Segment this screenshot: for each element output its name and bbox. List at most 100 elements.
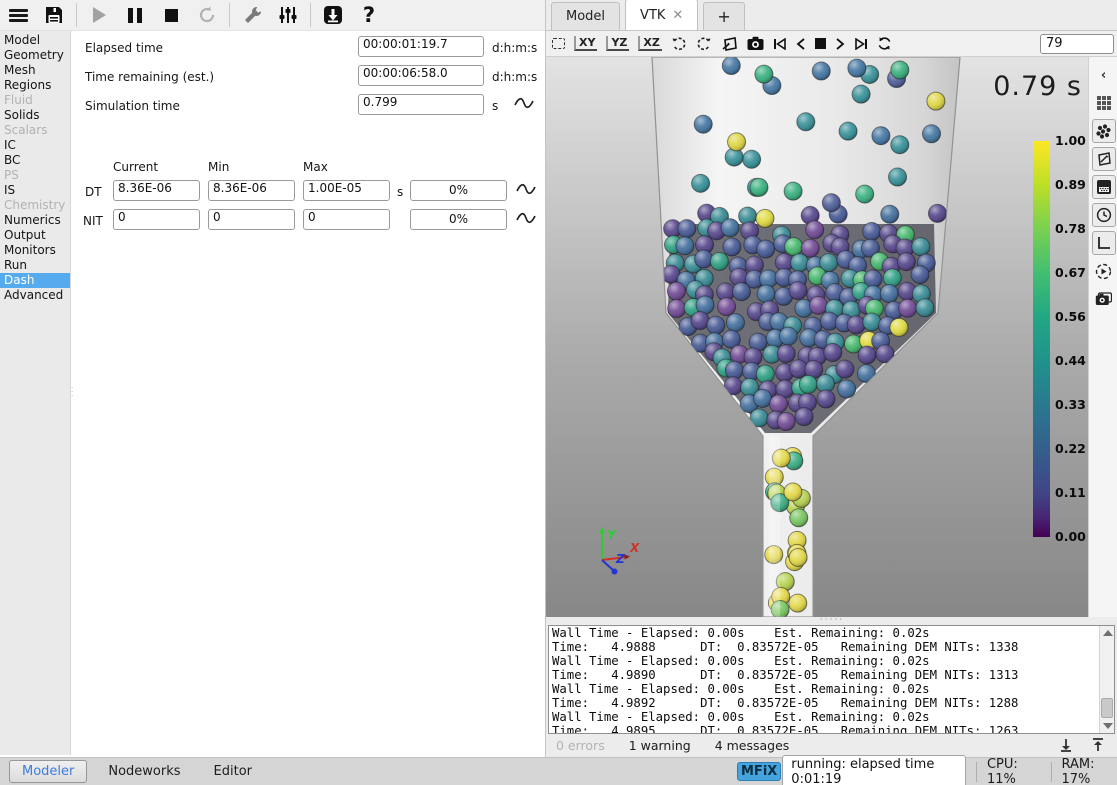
plot-nit-button[interactable] — [516, 211, 536, 225]
plot-dt-button[interactable] — [516, 182, 536, 196]
nav-item[interactable]: Scalars — [0, 123, 70, 138]
terminal-line: Time: 4.9890 DT: 0.83572E-05 Remaining D… — [549, 668, 1114, 682]
view-xz-button[interactable]: XZ — [638, 34, 661, 54]
nav-item[interactable]: Output — [0, 228, 70, 243]
mode-button[interactable]: Editor — [202, 761, 264, 782]
nav-item[interactable]: Mesh — [0, 63, 70, 78]
time-label-button[interactable] — [1092, 203, 1116, 227]
clock-icon — [1096, 207, 1112, 223]
prev-frame-button[interactable] — [796, 34, 806, 54]
right-panel: Model VTK✕ + XY YZ XZ 79 — [545, 0, 1117, 757]
terminal-output[interactable]: Wall Time - Elapsed: 0.00s Est. Remainin… — [548, 625, 1115, 734]
first-frame-button[interactable] — [773, 34, 787, 54]
nav-item[interactable]: Monitors — [0, 243, 70, 258]
elapsed-time-field[interactable]: 00:00:01:19.7 — [358, 36, 484, 57]
tab-model[interactable]: Model — [551, 2, 620, 30]
nav-item[interactable]: Dash — [0, 273, 70, 288]
help-button[interactable]: ? — [354, 2, 384, 28]
export-button[interactable] — [318, 2, 348, 28]
play-settings-button[interactable] — [1092, 259, 1116, 283]
slice-visibility-button[interactable] — [1092, 175, 1116, 199]
nav-item[interactable]: Chemistry — [0, 198, 70, 213]
reset-icon — [197, 5, 217, 25]
geometry-visibility-button[interactable] — [1092, 147, 1116, 171]
tube-highlight — [769, 436, 780, 617]
stop-playback-button[interactable] — [815, 34, 826, 54]
panel-splitter-handle[interactable]: ··· — [71, 386, 74, 398]
play-loop-button[interactable] — [877, 34, 892, 54]
nav-item[interactable]: Numerics — [0, 213, 70, 228]
nav-item[interactable]: Solids — [0, 108, 70, 123]
tab-vtk[interactable]: VTK✕ — [625, 0, 698, 30]
menu-button[interactable] — [3, 2, 33, 28]
scroll-to-top-button[interactable] — [1090, 737, 1106, 753]
nit-current-field[interactable]: 0 — [113, 209, 200, 230]
terminal-line: Wall Time - Elapsed: 0.00s Est. Remainin… — [549, 682, 1114, 696]
dt-current-field[interactable]: 8.36E-06 — [113, 180, 200, 201]
errors-count[interactable]: 0 errors — [556, 738, 605, 753]
pause-icon — [128, 8, 142, 23]
frame-number-input[interactable]: 79 — [1040, 34, 1114, 54]
parameters-button[interactable] — [273, 2, 303, 28]
save-icon — [44, 5, 64, 25]
nav-item[interactable]: Regions — [0, 78, 70, 93]
nav-item[interactable]: BC — [0, 153, 70, 168]
dt-max-field[interactable]: 1.00E-05 — [303, 180, 390, 201]
dt-min-field[interactable]: 8.36E-06 — [208, 180, 295, 201]
particles-visibility-button[interactable] — [1092, 119, 1116, 143]
vtk-render-view[interactable]: Y X Z 0.79 s 1.000.890.780.670.560.440.3… — [546, 57, 1088, 617]
footer-separator — [976, 762, 977, 782]
nit-min-field[interactable]: 0 — [208, 209, 295, 230]
mode-button[interactable]: Modeler — [9, 760, 87, 783]
axes-icon — [1096, 235, 1112, 251]
messages-count[interactable]: 4 messages — [715, 738, 790, 753]
dt-progress-bar: 0% — [410, 180, 507, 201]
plot-simtime-button[interactable] — [514, 96, 534, 110]
perspective-button[interactable] — [721, 34, 738, 54]
nav-item[interactable]: PS — [0, 168, 70, 183]
mesh-visibility-button[interactable] — [1092, 91, 1116, 115]
reset-view-button[interactable] — [552, 34, 565, 54]
nav-item[interactable]: IS — [0, 183, 70, 198]
new-tab-button[interactable]: + — [703, 2, 744, 30]
scroll-thumb[interactable] — [1101, 698, 1113, 718]
mode-button[interactable]: Nodeworks — [96, 761, 192, 782]
rotate-left-button[interactable] — [671, 34, 687, 54]
nav-item[interactable]: Fluid — [0, 93, 70, 108]
rotate-right-button[interactable] — [696, 34, 712, 54]
warnings-count[interactable]: 1 warning — [629, 738, 691, 753]
simulation-time-field[interactable]: 0.799 — [358, 94, 484, 115]
scroll-to-bottom-button[interactable] — [1058, 737, 1074, 753]
screenshot-button[interactable] — [747, 34, 764, 54]
stop-button[interactable] — [156, 2, 186, 28]
pause-button[interactable] — [120, 2, 150, 28]
play-button[interactable] — [84, 2, 114, 28]
log-scrollbar[interactable] — [1099, 626, 1114, 733]
nav-item[interactable]: IC — [0, 138, 70, 153]
save-button[interactable] — [39, 2, 69, 28]
time-remaining-field[interactable]: 00:00:06:58.0 — [358, 65, 484, 86]
last-frame-button[interactable] — [854, 34, 868, 54]
camera-icon — [747, 36, 764, 51]
view-yz-button[interactable]: YZ — [606, 34, 629, 54]
nit-max-field[interactable]: 0 — [303, 209, 390, 230]
stop-icon — [815, 38, 826, 49]
nav-item[interactable]: Geometry — [0, 48, 70, 63]
nit-row-label: NIT — [83, 214, 103, 228]
settings-button[interactable] — [237, 2, 267, 28]
scroll-down-arrow[interactable] — [1103, 723, 1113, 729]
nav-item[interactable]: Advanced — [0, 288, 70, 303]
snapshot-stack-button[interactable] — [1092, 287, 1116, 311]
next-frame-button[interactable] — [835, 34, 845, 54]
nav-item[interactable]: Model — [0, 33, 70, 48]
nav-item[interactable]: Run — [0, 258, 70, 273]
view-xy-button[interactable]: XY — [574, 34, 597, 54]
geometry-icon — [1096, 151, 1112, 167]
axes-toggle-button[interactable] — [1092, 231, 1116, 255]
scroll-up-arrow[interactable] — [1103, 630, 1113, 636]
collapse-panel-button[interactable]: ‹ — [1092, 63, 1116, 87]
reset-button[interactable] — [192, 2, 222, 28]
nit-progress-bar: 0% — [410, 209, 507, 230]
close-icon[interactable]: ✕ — [672, 8, 683, 23]
log-splitter-handle[interactable]: ····· — [546, 617, 1117, 625]
